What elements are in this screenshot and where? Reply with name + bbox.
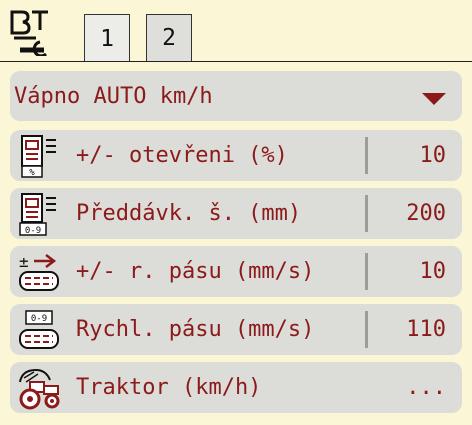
settings-tools-icon[interactable] bbox=[10, 8, 50, 56]
row-pre-dosing[interactable]: 0-9 Předdávk. š. (mm) 200 bbox=[10, 188, 462, 239]
row-value[interactable]: ... bbox=[406, 362, 446, 413]
mode-dropdown-value: Vápno AUTO km/h bbox=[14, 83, 213, 109]
pre-dosing-icon: 0-9 bbox=[19, 193, 56, 236]
row-label: +/- otevřeni (%) bbox=[76, 143, 288, 168]
chevron-down-icon bbox=[422, 93, 446, 105]
row-value[interactable]: 200 bbox=[406, 188, 446, 239]
row-label: +/- r. pásu (mm/s) bbox=[76, 259, 315, 284]
belt-speed-icon: 0-9 bbox=[19, 310, 59, 349]
row-value[interactable]: 10 bbox=[420, 130, 447, 181]
header-bar: 1 2 bbox=[0, 0, 472, 62]
row-label: Rychl. pásu (mm/s) bbox=[76, 317, 315, 342]
mode-dropdown[interactable]: Vápno AUTO km/h bbox=[10, 71, 462, 121]
tab-2[interactable]: 2 bbox=[146, 14, 192, 61]
belt-speed-adjust-icon: ± bbox=[19, 252, 59, 291]
tractor-icon bbox=[19, 368, 60, 410]
row-tractor-speed[interactable]: Traktor (km/h) ... bbox=[10, 362, 462, 413]
svg-text:±: ± bbox=[19, 252, 29, 271]
row-belt-speed-adjust[interactable]: ± +/- r. pásu (mm/s) 10 bbox=[10, 246, 462, 297]
row-opening-percent[interactable]: % +/- otevřeni (%) 10 bbox=[10, 130, 462, 181]
row-divider bbox=[365, 137, 368, 174]
opening-percent-icon: % bbox=[21, 135, 56, 178]
svg-text:0-9: 0-9 bbox=[31, 314, 47, 324]
row-divider bbox=[365, 195, 368, 232]
svg-text:0-9: 0-9 bbox=[25, 226, 41, 236]
svg-text:%: % bbox=[29, 168, 35, 178]
row-belt-speed[interactable]: 0-9 Rychl. pásu (mm/s) 110 bbox=[10, 304, 462, 355]
row-value[interactable]: 10 bbox=[420, 246, 447, 297]
row-label: Předdávk. š. (mm) bbox=[76, 201, 302, 226]
tab-1[interactable]: 1 bbox=[84, 14, 130, 62]
row-divider bbox=[365, 253, 368, 290]
header-divider bbox=[0, 61, 472, 62]
row-label: Traktor (km/h) bbox=[76, 375, 262, 400]
row-value[interactable]: 110 bbox=[406, 304, 446, 355]
row-divider bbox=[365, 311, 368, 348]
